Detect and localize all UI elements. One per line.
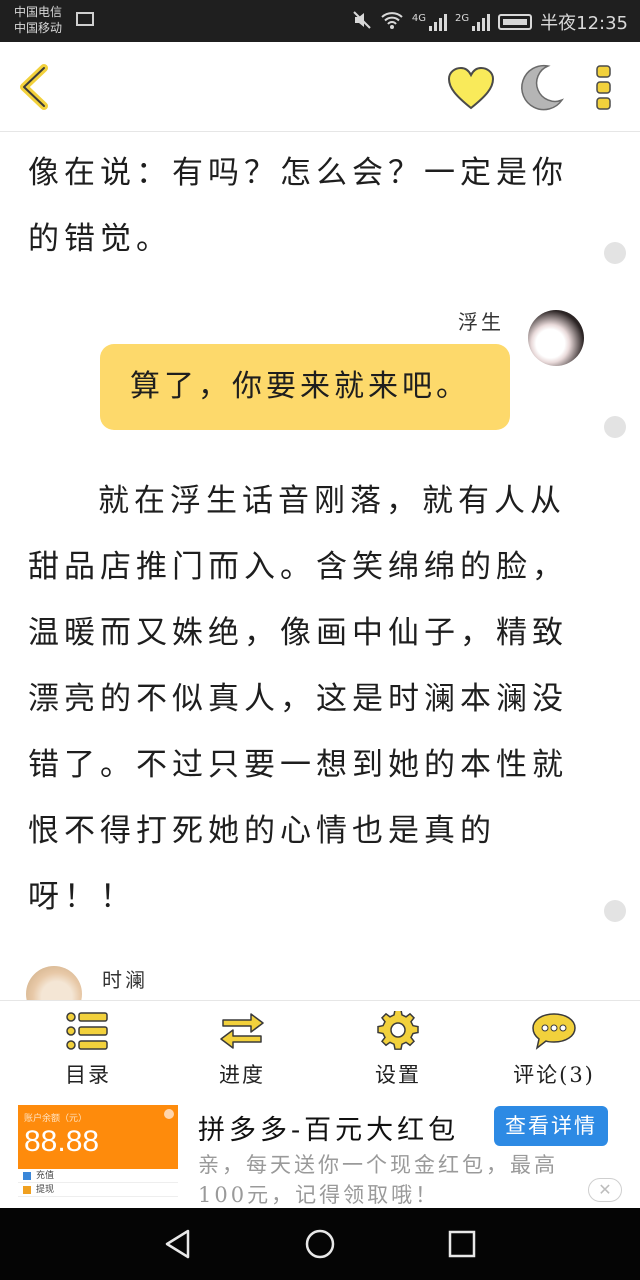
- signal-4g-icon: 4G: [412, 13, 447, 31]
- swap-arrows-icon: [220, 1013, 264, 1049]
- speaker-name: 时澜: [102, 968, 148, 992]
- chat-bubble-icon: [532, 1013, 576, 1050]
- story-paragraph: 像在说：有吗？怎么会？一定是你的错觉。: [28, 155, 568, 257]
- heart-icon: [447, 66, 495, 110]
- nav-label: 进度: [219, 1063, 265, 1087]
- nav-label: 评论(3): [513, 1063, 595, 1087]
- favorite-button[interactable]: [446, 66, 496, 112]
- ad-close-button[interactable]: ✕: [588, 1178, 622, 1202]
- carrier-info: 中国电信 中国移动: [14, 4, 62, 36]
- nav-progress[interactable]: 进度: [182, 1011, 302, 1091]
- reader-top-bar: [0, 42, 640, 132]
- ad-thumbnail[interactable]: 账户余额（元） 88.88 充值 提现: [18, 1105, 178, 1199]
- thumb-row: 提现: [18, 1183, 178, 1197]
- close-icon: ✕: [598, 1180, 612, 1199]
- mute-icon: [352, 10, 372, 35]
- avatar[interactable]: [26, 966, 82, 1000]
- square-recents-icon: [448, 1230, 476, 1258]
- comment-marker[interactable]: [604, 242, 626, 264]
- nav-comments[interactable]: 评论(3): [494, 1011, 614, 1091]
- nav-table-of-contents[interactable]: 目录: [28, 1011, 148, 1091]
- status-time: 半夜12:35: [540, 13, 628, 34]
- reader-bottom-nav: 目录 进度 设置 评论(3): [0, 1000, 640, 1098]
- signal-2g-icon: 2G: [455, 13, 491, 31]
- ad-amount: 88.88: [24, 1125, 100, 1158]
- ad-banner[interactable]: 账户余额（元） 88.88 充值 提现 拼多多-百元大红包 查看详情 亲，每天送…: [0, 1098, 640, 1208]
- speaker-name: 浮生: [458, 310, 504, 334]
- chevron-left-icon: [20, 64, 48, 110]
- list-icon: [66, 1012, 108, 1050]
- more-options-button[interactable]: [590, 64, 618, 112]
- system-recents-button[interactable]: [446, 1228, 478, 1260]
- system-nav-bar: [0, 1208, 640, 1280]
- nav-settings[interactable]: 设置: [338, 1011, 458, 1091]
- system-home-button[interactable]: [304, 1228, 336, 1260]
- system-back-button[interactable]: [162, 1228, 194, 1260]
- ad-view-details-button[interactable]: 查看详情: [494, 1106, 608, 1146]
- comment-marker[interactable]: [604, 900, 626, 922]
- circle-home-icon: [305, 1229, 335, 1259]
- ad-description: 亲，每天送你一个现金红包，最高100元，记得领取哦！: [198, 1153, 558, 1207]
- status-icons: 4G 2G 半夜12:35: [352, 9, 628, 35]
- nav-label: 设置: [375, 1063, 421, 1087]
- wifi-icon: [380, 10, 404, 35]
- night-mode-button[interactable]: [518, 62, 566, 112]
- vertical-dots-icon: [596, 65, 611, 110]
- nav-label: 目录: [65, 1063, 111, 1087]
- back-button[interactable]: [14, 64, 54, 110]
- dialogue-bubble: 算了，你要来就来吧。: [100, 344, 510, 430]
- comment-marker[interactable]: [604, 416, 626, 438]
- ad-title: 拼多多-百元大红包: [198, 1115, 460, 1146]
- triangle-back-icon: [165, 1229, 190, 1259]
- status-bar: 中国电信 中国移动 4G 2G 半夜12:35: [0, 0, 640, 42]
- activity-monitor-icon: [76, 12, 94, 26]
- avatar[interactable]: [528, 310, 584, 366]
- carrier-2: 中国移动: [14, 21, 63, 35]
- battery-icon: [498, 14, 533, 30]
- moon-icon: [521, 64, 565, 111]
- carrier-1: 中国电信: [14, 5, 63, 19]
- gear-icon: [377, 1011, 419, 1050]
- thumb-row: 充值: [18, 1169, 178, 1183]
- thumb-close-icon: [164, 1109, 174, 1119]
- story-paragraph: 就在浮生话音刚落，就有人从甜品店推门而入。含笑绵绵的脸，温暖而又姝绝，像画中仙子…: [28, 483, 568, 915]
- reading-content[interactable]: 像在说：有吗？怎么会？一定是你的错觉。 浮生 算了，你要来就来吧。 就在浮生话音…: [0, 132, 640, 1000]
